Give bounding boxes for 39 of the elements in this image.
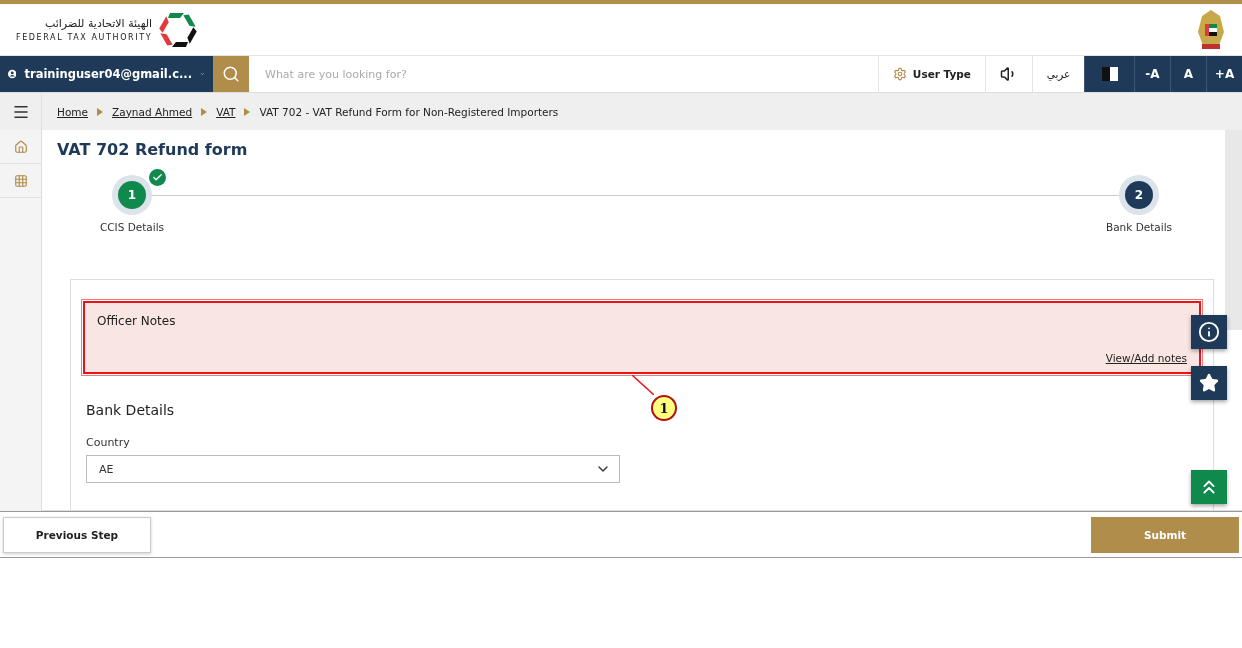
info-icon <box>1198 321 1220 343</box>
settings-icon <box>892 67 907 81</box>
font-size-button[interactable]: +A <box>1206 56 1242 92</box>
separator-icon <box>244 107 251 116</box>
previous-step-button[interactable]: Previous Step <box>3 516 151 553</box>
org-name: FEDERAL TAX AUTHORITY <box>16 33 153 42</box>
page-title: VAT 702 Refund form <box>57 140 249 159</box>
view-notes-link[interactable]: View/Add notes <box>1105 352 1187 364</box>
breadcrumb-link[interactable]: Home <box>57 105 88 118</box>
user-menu[interactable]: traininguser04@gmail.c... <box>0 56 213 92</box>
scroll-top-button[interactable] <box>1191 470 1227 504</box>
search-button[interactable] <box>213 56 249 92</box>
section-title: Bank Details <box>86 402 175 418</box>
contrast-icon <box>1101 67 1118 81</box>
org-arabic-name: الهيئة الاتحادية للضرائب <box>44 17 153 30</box>
separator-icon <box>201 107 208 116</box>
grid-icon <box>13 173 28 188</box>
step-label: CCIS Details <box>99 221 165 233</box>
separator-icon <box>97 107 103 116</box>
favorite-button[interactable] <box>1191 366 1227 400</box>
font-size-button[interactable]: A <box>1170 56 1206 92</box>
scrollbar[interactable] <box>1225 130 1242 330</box>
home-icon <box>13 139 28 154</box>
breadcrumb-link[interactable]: Zaynad Ahmed <box>112 105 193 118</box>
contrast-button[interactable] <box>1084 56 1134 92</box>
info-button[interactable] <box>1191 315 1227 349</box>
breadcrumb-current: VAT 702 - VAT Refund Form for Non-Registered Importers <box>259 105 559 118</box>
search-icon <box>222 65 240 83</box>
step-label: Bank Details <box>1105 221 1173 233</box>
emblem-icon <box>1196 7 1226 52</box>
check-icon <box>149 169 166 186</box>
breadcrumb-link[interactable]: VAT <box>216 105 236 118</box>
callout-number: 1 <box>651 395 677 421</box>
field-label: Country <box>86 436 131 449</box>
star-icon <box>1199 373 1219 393</box>
step-indicator: 2 <box>1119 175 1159 215</box>
country-select[interactable]: AE <box>86 455 620 483</box>
notes-title: Officer Notes <box>97 314 177 328</box>
font-size-button[interactable]: -A <box>1134 56 1170 92</box>
